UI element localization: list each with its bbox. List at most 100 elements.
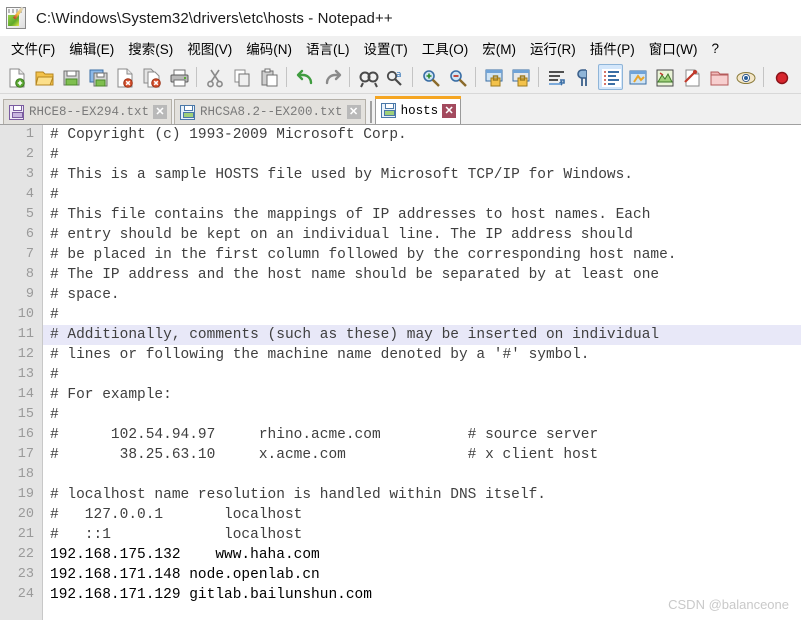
tab-hosts[interactable]: hosts ✕ bbox=[374, 96, 462, 124]
code-line[interactable]: 20 # 127.0.0.1 localhost bbox=[0, 505, 801, 525]
paste-icon[interactable] bbox=[256, 64, 281, 90]
code-line[interactable]: 7 # be placed in the first column followe… bbox=[0, 245, 801, 265]
menu-macro[interactable]: 宏(M) bbox=[475, 36, 523, 60]
code-line[interactable]: 14 # For example: bbox=[0, 385, 801, 405]
word-wrap-icon[interactable] bbox=[544, 64, 569, 90]
line-number: 12 bbox=[17, 347, 34, 362]
user-defined-dialog-icon[interactable] bbox=[625, 64, 650, 90]
tab-rhce8-ex294-txt[interactable]: RHCE8--EX294.txt ✕ bbox=[3, 99, 173, 124]
line-number: 2 bbox=[25, 147, 34, 162]
code-line[interactable]: 6 # entry should be kept on an individual… bbox=[0, 225, 801, 245]
code-line[interactable]: 11 # Additionally, comments (such as thes… bbox=[0, 325, 801, 345]
code-line[interactable]: 1 # Copyright (c) 1993-2009 Microsoft Cor… bbox=[0, 125, 801, 145]
code-line[interactable]: 15 # bbox=[0, 405, 801, 425]
indent-guide-icon[interactable] bbox=[598, 63, 623, 90]
save-icon[interactable] bbox=[58, 64, 83, 90]
new-file-icon[interactable] bbox=[4, 64, 29, 90]
tab-close-icon[interactable]: ✕ bbox=[346, 105, 361, 119]
code-line[interactable]: 10 # bbox=[0, 305, 801, 325]
line-number: 20 bbox=[17, 507, 34, 522]
code-line[interactable]: 17 # 38.25.63.10 x.acme.com # x client ho… bbox=[0, 445, 801, 465]
monitoring-icon[interactable] bbox=[733, 64, 758, 90]
line-number: 11 bbox=[17, 327, 34, 342]
menu-view[interactable]: 视图(V) bbox=[180, 36, 239, 60]
toolbar-separator bbox=[286, 66, 287, 87]
save-all-icon[interactable] bbox=[85, 64, 110, 90]
code-line[interactable]: 4 # bbox=[0, 185, 801, 205]
macro-stop-icon[interactable] bbox=[796, 64, 801, 90]
menu-tools[interactable]: 工具(O) bbox=[415, 36, 476, 60]
code-line[interactable]: 18 bbox=[0, 465, 801, 485]
tab-close-icon[interactable]: ✕ bbox=[442, 103, 457, 118]
line-number: 5 bbox=[25, 207, 34, 222]
toolbar-separator bbox=[475, 66, 476, 87]
line-text: # Copyright (c) 1993-2009 Microsoft Corp… bbox=[50, 127, 407, 143]
show-all-chars-icon[interactable] bbox=[571, 64, 596, 90]
line-text: # ::1 localhost bbox=[50, 527, 303, 543]
print-icon[interactable] bbox=[166, 64, 191, 90]
line-text: 192.168.175.132 www.haha.com bbox=[50, 547, 320, 563]
sync-vertical-icon[interactable] bbox=[481, 64, 506, 90]
notepad-plus-plus-icon bbox=[4, 5, 30, 31]
line-text: 192.168.171.148 node.openlab.cn bbox=[50, 567, 320, 583]
replace-icon[interactable]: a bbox=[382, 64, 407, 90]
line-number: 1 bbox=[25, 127, 34, 142]
folder-workspace-icon[interactable] bbox=[706, 64, 731, 90]
menu-bar: 文件(F) 编辑(E) 搜索(S) 视图(V) 编码(N) 语言(L) 设置(T) 工具(O)… bbox=[0, 36, 801, 60]
line-text: # 38.25.63.10 x.acme.com # x client host bbox=[50, 447, 599, 463]
code-line[interactable]: 16 # 102.54.94.97 rhino.acme.com # source… bbox=[0, 425, 801, 445]
code-line[interactable]: 2 # bbox=[0, 145, 801, 165]
code-line[interactable]: 3 # This is a sample HOSTS file used by M… bbox=[0, 165, 801, 185]
menu-run[interactable]: 运行(R) bbox=[523, 36, 583, 60]
find-icon[interactable] bbox=[355, 64, 380, 90]
undo-icon[interactable] bbox=[292, 64, 317, 90]
notepadpp-window: C:\Windows\System32\drivers\etc\hosts - … bbox=[0, 0, 801, 620]
tab-label: RHCSA8.2--EX200.txt bbox=[200, 105, 343, 119]
close-all-icon[interactable] bbox=[139, 64, 164, 90]
menu-file[interactable]: 文件(F) bbox=[4, 36, 62, 60]
code-line[interactable]: 23 192.168.171.148 node.openlab.cn bbox=[0, 565, 801, 585]
code-line[interactable]: 8 # The IP address and the host name shou… bbox=[0, 265, 801, 285]
tab-rhcsa8-2-ex200-txt[interactable]: RHCSA8.2--EX200.txt ✕ bbox=[174, 99, 366, 124]
menu-encoding[interactable]: 编码(N) bbox=[239, 36, 299, 60]
document-map-icon[interactable] bbox=[652, 64, 677, 90]
menu-settings[interactable]: 设置(T) bbox=[357, 36, 415, 60]
code-line[interactable]: 13 # bbox=[0, 365, 801, 385]
menu-language[interactable]: 语言(L) bbox=[299, 36, 357, 60]
toolbar-separator bbox=[196, 66, 197, 87]
macro-record-icon[interactable] bbox=[769, 64, 794, 90]
tab-bar: RHCE8--EX294.txt ✕ RHCSA8.2--EX200.txt ✕ hos… bbox=[0, 94, 801, 124]
menu-help[interactable]: ? bbox=[704, 39, 726, 58]
cut-icon[interactable] bbox=[202, 64, 227, 90]
code-line[interactable]: 9 # space. bbox=[0, 285, 801, 305]
open-file-icon[interactable] bbox=[31, 64, 56, 90]
line-number: 16 bbox=[17, 427, 34, 442]
line-text: # Additionally, comments (such as these)… bbox=[50, 327, 660, 343]
code-line[interactable]: 12 # lines or following the machine name … bbox=[0, 345, 801, 365]
redo-icon[interactable] bbox=[319, 64, 344, 90]
code-line[interactable]: 19 # localhost name resolution is handled… bbox=[0, 485, 801, 505]
code-content[interactable]: 1 # Copyright (c) 1993-2009 Microsoft Cor… bbox=[0, 125, 801, 620]
sync-horizontal-icon[interactable] bbox=[508, 64, 533, 90]
tab-close-icon[interactable]: ✕ bbox=[153, 105, 168, 119]
zoom-in-icon[interactable] bbox=[418, 64, 443, 90]
menu-window[interactable]: 窗口(W) bbox=[642, 36, 705, 60]
editor-area[interactable]: 1 # Copyright (c) 1993-2009 Microsoft Cor… bbox=[0, 124, 801, 620]
toolbar-separator bbox=[349, 66, 350, 87]
menu-search[interactable]: 搜索(S) bbox=[121, 36, 180, 60]
line-number: 3 bbox=[25, 167, 34, 182]
copy-icon[interactable] bbox=[229, 64, 254, 90]
function-list-icon[interactable] bbox=[679, 64, 704, 90]
line-number: 4 bbox=[25, 187, 34, 202]
line-text: # localhost name resolution is handled w… bbox=[50, 487, 546, 503]
code-line[interactable]: 22 192.168.175.132 www.haha.com bbox=[0, 545, 801, 565]
code-line[interactable]: 5 # This file contains the mappings of IP… bbox=[0, 205, 801, 225]
menu-plugins[interactable]: 插件(P) bbox=[583, 36, 642, 60]
line-number: 23 bbox=[17, 567, 34, 582]
close-file-icon[interactable] bbox=[112, 64, 137, 90]
zoom-out-icon[interactable] bbox=[445, 64, 470, 90]
code-line[interactable]: 21 # ::1 localhost bbox=[0, 525, 801, 545]
menu-edit[interactable]: 编辑(E) bbox=[62, 36, 121, 60]
line-number: 7 bbox=[25, 247, 34, 262]
line-text: # 127.0.0.1 localhost bbox=[50, 507, 303, 523]
